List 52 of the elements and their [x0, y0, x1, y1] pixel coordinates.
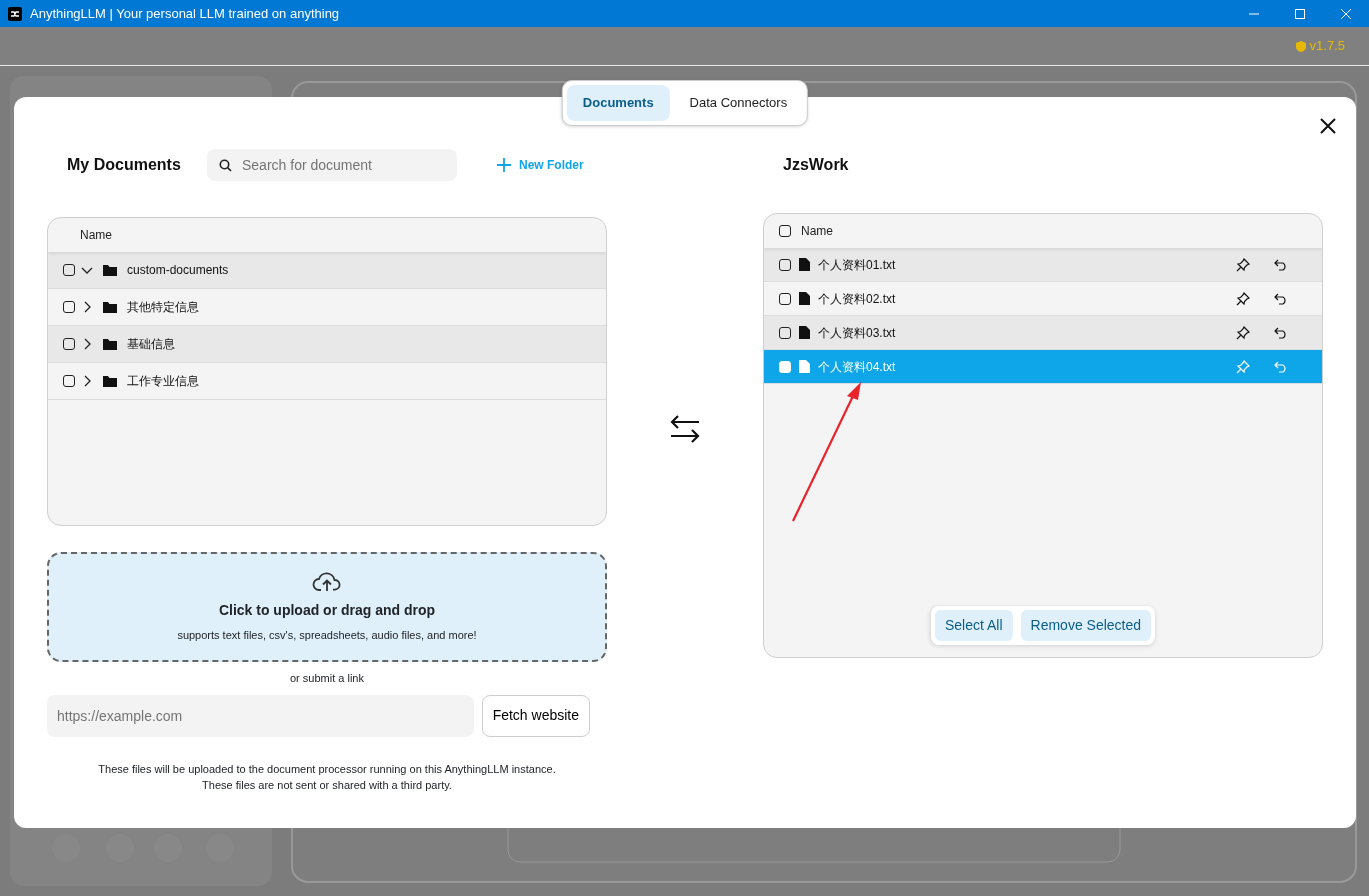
notice-text: These files are not sent or shared with a third party. — [202, 778, 452, 791]
column-header: Name — [80, 227, 112, 244]
folder-icon — [103, 264, 117, 276]
upload-title: Click to upload or drag and drop — [218, 601, 436, 621]
folder-icon — [103, 338, 117, 350]
search-field[interactable]: Search for document — [207, 149, 457, 181]
pin-icon[interactable] — [1236, 291, 1250, 306]
folder-icon — [103, 301, 117, 313]
undo-icon[interactable] — [1274, 326, 1288, 339]
column-header: Name — [801, 223, 833, 240]
folder-row[interactable]: 工作专业信息 — [48, 363, 606, 400]
checkbox[interactable] — [779, 326, 791, 339]
checkbox[interactable] — [63, 338, 75, 350]
file-row[interactable]: 个人资料03.txt — [764, 316, 1322, 350]
shield-icon — [1295, 40, 1306, 52]
section-title: My Documents — [67, 155, 182, 175]
folder-icon — [103, 375, 117, 387]
upload-dropzone[interactable]: Click to upload or drag and drop supports text files, csv's, spreadsheets, audio files, and more! — [47, 552, 607, 662]
swap-icon — [669, 413, 701, 444]
folder-row[interactable]: custom-documents — [48, 252, 606, 289]
file-icon — [799, 258, 810, 271]
checkbox[interactable] — [63, 375, 75, 387]
checkbox[interactable] — [779, 225, 791, 237]
fetch-website-button[interactable]: Fetch website — [481, 694, 590, 737]
pin-icon[interactable] — [1236, 257, 1250, 272]
folder-row[interactable]: 基础信息 — [48, 326, 606, 363]
tab[interactable]: Documents — [566, 85, 670, 121]
file-icon — [799, 360, 810, 373]
action-button[interactable]: Select All — [934, 610, 1013, 641]
checkbox[interactable] — [779, 258, 791, 271]
version-label: v1.7.5 — [1309, 37, 1345, 56]
checkbox[interactable] — [63, 264, 75, 276]
action-button[interactable]: Remove Selected — [1020, 610, 1152, 641]
link-label: or submit a link — [290, 672, 364, 684]
undo-icon[interactable] — [1274, 258, 1288, 271]
checkbox[interactable] — [779, 292, 791, 305]
undo-icon[interactable] — [1274, 292, 1288, 305]
tab[interactable]: Data Connectors — [673, 85, 804, 121]
workspace-title: JzsWork — [783, 155, 849, 175]
maximize-icon — [1294, 7, 1306, 20]
upload-hint: supports text files, csv's, spreadsheets, audio files, and more! — [177, 628, 477, 644]
close-icon — [1340, 7, 1352, 20]
url-field[interactable]: https://example.com — [47, 694, 474, 737]
checkbox[interactable] — [63, 301, 75, 313]
plus-icon — [497, 158, 511, 172]
pin-icon[interactable] — [1236, 325, 1250, 340]
app-logo-icon — [8, 6, 22, 21]
file-row[interactable]: 个人资料01.txt — [764, 248, 1322, 282]
file-icon — [799, 292, 810, 305]
notice-text: These files will be uploaded to the document processor running on this AnythingLLM instance. — [98, 762, 556, 775]
window-title: AnythingLLM | Your personal LLM trained on anything — [30, 4, 340, 23]
file-icon — [799, 326, 810, 339]
